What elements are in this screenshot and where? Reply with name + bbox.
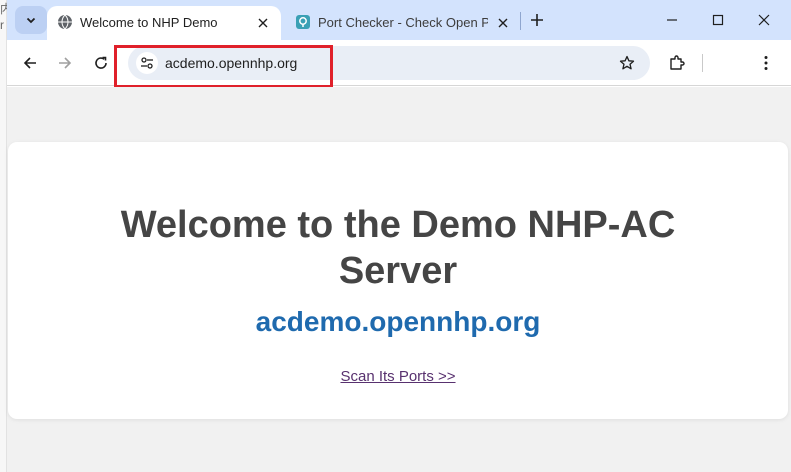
more-vert-icon bbox=[763, 55, 769, 71]
puzzle-icon bbox=[668, 54, 686, 72]
url-highlight-box bbox=[114, 45, 333, 88]
port-checker-icon bbox=[295, 14, 311, 30]
minimize-icon bbox=[666, 14, 678, 26]
close-icon[interactable] bbox=[255, 15, 271, 31]
browser-window: Welcome to NHP Demo Port Checker - Check… bbox=[7, 0, 791, 472]
minimize-button[interactable] bbox=[649, 8, 695, 32]
menu-button[interactable] bbox=[754, 51, 778, 75]
arrow-left-icon bbox=[22, 55, 38, 71]
tab-separator bbox=[520, 12, 521, 30]
chevron-down-icon bbox=[25, 14, 37, 26]
maximize-button[interactable] bbox=[695, 8, 741, 32]
tab-port-checker[interactable]: Port Checker - Check Open P bbox=[285, 6, 521, 40]
globe-icon bbox=[57, 14, 73, 30]
page-heading: Welcome to the Demo NHP-AC Server bbox=[120, 204, 676, 292]
tab-search-button[interactable] bbox=[15, 6, 47, 34]
scan-ports-link[interactable]: Scan Its Ports >> bbox=[8, 368, 788, 385]
background-window-text-2: r bbox=[0, 18, 4, 32]
maximize-icon bbox=[712, 14, 724, 26]
reload-button[interactable] bbox=[89, 51, 113, 75]
forward-button[interactable] bbox=[53, 51, 77, 75]
background-window-edge: 内 r bbox=[0, 0, 12, 472]
reload-icon bbox=[93, 55, 109, 71]
new-tab-button[interactable] bbox=[527, 10, 547, 30]
close-icon[interactable] bbox=[495, 15, 511, 31]
close-icon bbox=[758, 14, 770, 26]
close-window-button[interactable] bbox=[741, 8, 787, 32]
star-icon bbox=[619, 55, 635, 71]
welcome-card: Welcome to the Demo NHP-AC Server acdemo… bbox=[8, 142, 788, 419]
tab-welcome[interactable]: Welcome to NHP Demo bbox=[47, 6, 281, 40]
toolbar: acdemo.opennhp.org bbox=[7, 40, 791, 88]
plus-icon bbox=[530, 13, 544, 27]
tab-title: Port Checker - Check Open P bbox=[318, 15, 488, 30]
extensions-button[interactable] bbox=[665, 51, 689, 75]
tab-strip: Welcome to NHP Demo Port Checker - Check… bbox=[7, 0, 791, 40]
page-viewport: Welcome to the Demo NHP-AC Server acdemo… bbox=[7, 87, 791, 472]
tab-title: Welcome to NHP Demo bbox=[80, 15, 218, 30]
arrow-right-icon bbox=[57, 55, 73, 71]
back-button[interactable] bbox=[18, 51, 42, 75]
server-domain: acdemo.opennhp.org bbox=[255, 306, 541, 337]
bookmark-button[interactable] bbox=[618, 54, 636, 72]
toolbar-separator bbox=[702, 54, 703, 72]
